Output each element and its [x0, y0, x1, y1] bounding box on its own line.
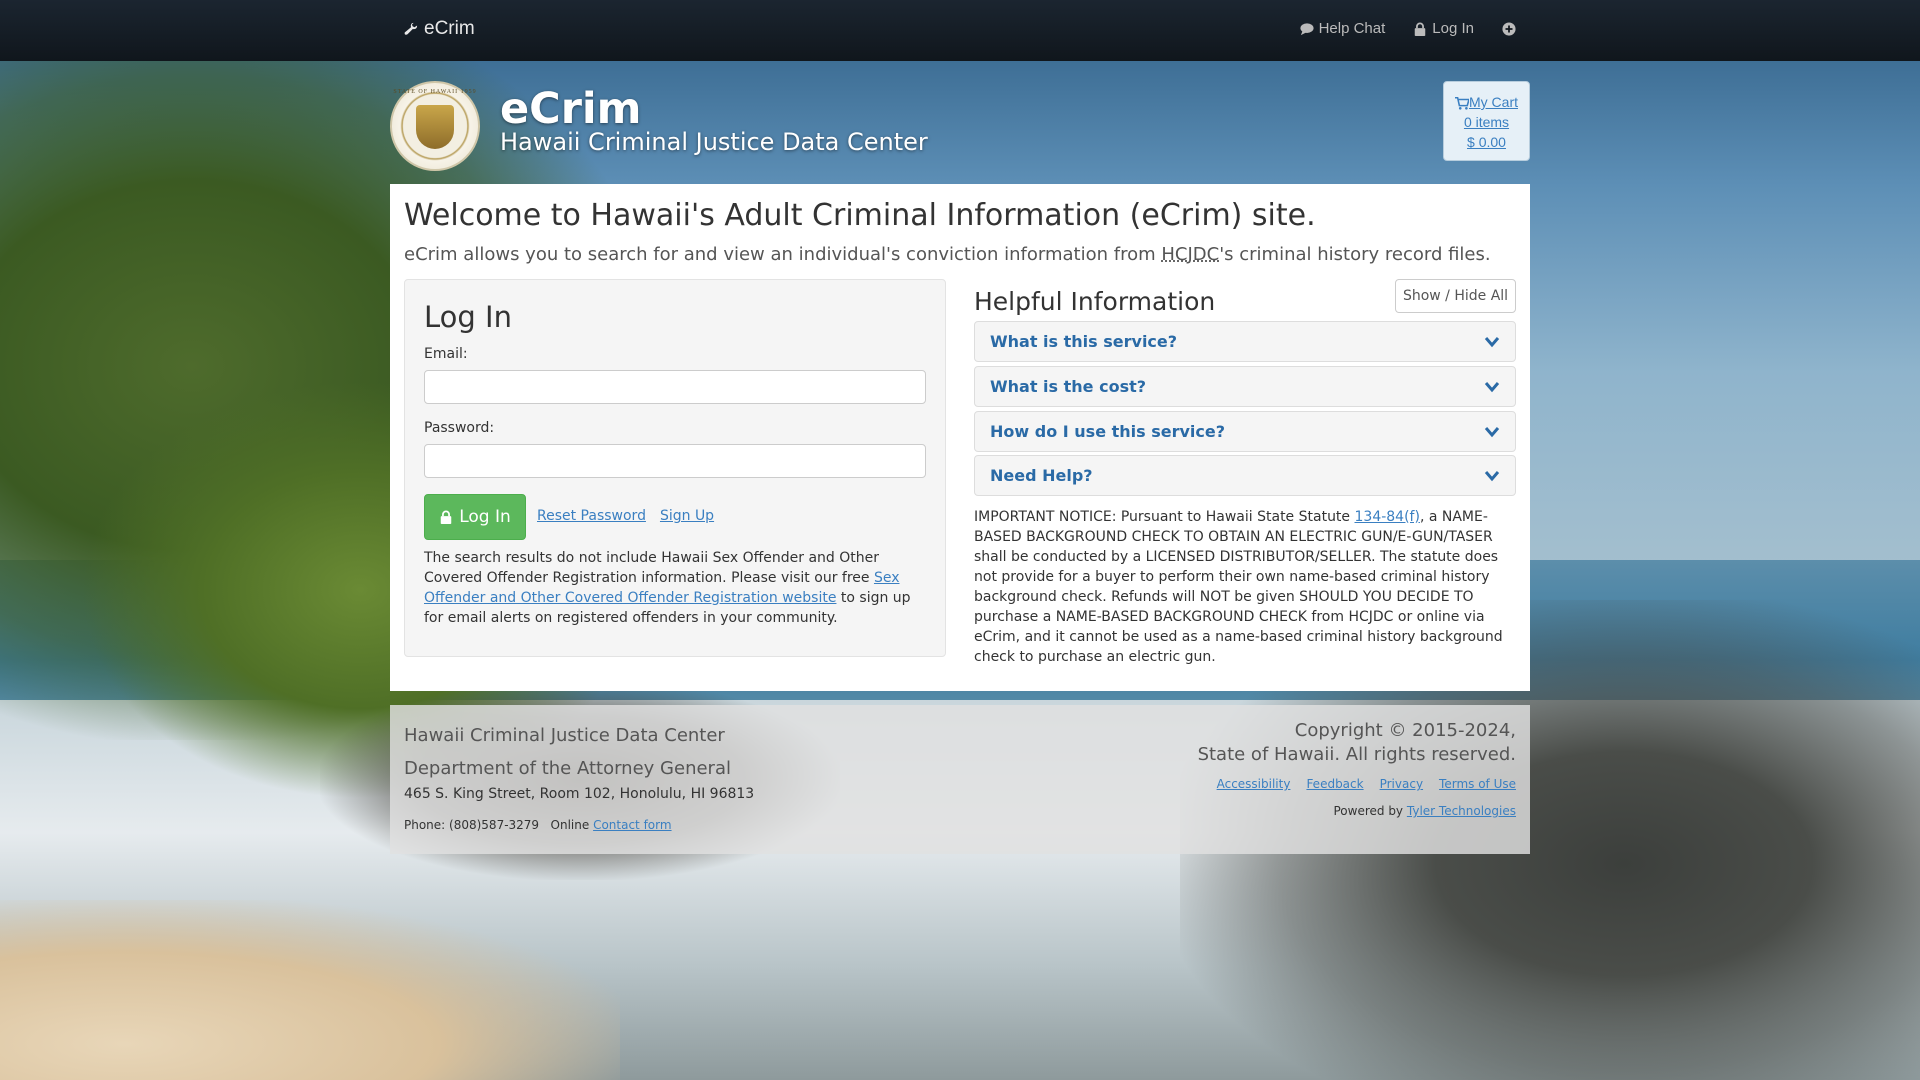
- chevron-down-icon: [1484, 337, 1500, 348]
- powered-by-label: Powered by: [1333, 804, 1404, 818]
- sex-offender-note: The search results do not include Hawaii…: [424, 548, 932, 628]
- privacy-link[interactable]: Privacy: [1380, 777, 1423, 791]
- chevron-down-icon: [1484, 427, 1500, 438]
- lead-text-before: eCrim allows you to search for and view …: [404, 244, 1162, 265]
- login-panel: Log In Email: Password: Log In Reset Pas…: [404, 279, 946, 657]
- accordion-what-is-cost[interactable]: What is the cost?: [974, 366, 1516, 407]
- chevron-down-icon: [1484, 471, 1500, 482]
- important-notice: IMPORTANT NOTICE: Pursuant to Hawaii Sta…: [974, 507, 1514, 667]
- chevron-down-icon: [1484, 382, 1500, 393]
- contact-form-link[interactable]: Contact form: [593, 818, 671, 832]
- seal-shield: [416, 105, 454, 149]
- notice-text-after: , a NAME-BASED BACKGROUND CHECK TO OBTAI…: [974, 509, 1503, 665]
- login-button[interactable]: Log In: [424, 494, 526, 540]
- accessibility-link[interactable]: Accessibility: [1217, 777, 1291, 791]
- page-title: Welcome to Hawaii's Adult Criminal Infor…: [404, 198, 1316, 233]
- accordion-need-help[interactable]: Need Help?: [974, 455, 1516, 496]
- page-lead: eCrim allows you to search for and view …: [404, 244, 1491, 265]
- footer-links: Accessibility Feedback Privacy Terms of …: [1217, 777, 1516, 791]
- navbar-login-label: Log In: [1432, 20, 1474, 37]
- footer-organization: Hawaii Criminal Justice Data Center Depa…: [404, 719, 731, 785]
- help-chat-label: Help Chat: [1318, 20, 1386, 37]
- email-label: Email:: [424, 346, 468, 362]
- my-cart-link[interactable]: My Cart: [1444, 92, 1529, 112]
- footer-phone: Phone: (808)587-3279: [404, 818, 540, 832]
- copyright-line1: Copyright © 2015-2024,: [1294, 720, 1516, 741]
- password-field[interactable]: [424, 444, 926, 478]
- help-chat-link[interactable]: Help Chat: [1300, 20, 1386, 37]
- footer-online-label: Online: [550, 818, 590, 832]
- cart-items-link[interactable]: 0 items: [1444, 112, 1529, 132]
- note-text-before: The search results do not include Hawaii…: [424, 550, 879, 586]
- footer-copyright: Copyright © 2015-2024, State of Hawaii. …: [1198, 719, 1516, 767]
- site-title: eCrim: [500, 84, 642, 134]
- login-button-label: Log In: [459, 507, 511, 527]
- email-field[interactable]: [424, 370, 926, 404]
- hcjdc-abbr: HCJDC: [1161, 244, 1220, 265]
- navbar-login-link[interactable]: Log In: [1413, 20, 1474, 37]
- reset-password-link[interactable]: Reset Password: [537, 508, 646, 524]
- navbar-brand-label: eCrim: [424, 18, 475, 39]
- password-label: Password:: [424, 420, 495, 436]
- cart-icon: [1455, 97, 1469, 110]
- feedback-link[interactable]: Feedback: [1306, 777, 1363, 791]
- accordion-title: What is the cost?: [990, 377, 1147, 396]
- seal-ring-text: STATE OF HAWAII 1959: [393, 89, 477, 95]
- footer-address: 465 S. King Street, Room 102, Honolulu, …: [404, 786, 755, 802]
- plus-circle-icon: [1502, 21, 1516, 36]
- my-cart-label: My Cart: [1469, 94, 1518, 110]
- navbar-menu: Help Chat Log In: [1300, 20, 1516, 37]
- accordion-what-is-service[interactable]: What is this service?: [974, 321, 1516, 362]
- footer-contact: Phone: (808)587-3279 Online Contact form: [404, 818, 672, 832]
- statute-link[interactable]: 134-84(f): [1355, 509, 1420, 525]
- tyler-technologies-link[interactable]: Tyler Technologies: [1407, 804, 1516, 818]
- site-subtitle: Hawaii Criminal Justice Data Center: [500, 128, 928, 156]
- terms-of-use-link[interactable]: Terms of Use: [1439, 777, 1516, 791]
- accordion-title: What is this service?: [990, 332, 1178, 351]
- notice-text-before: IMPORTANT NOTICE: Pursuant to Hawaii Sta…: [974, 509, 1355, 525]
- helpful-heading: Helpful Information: [974, 287, 1216, 316]
- main-panel: Welcome to Hawaii's Adult Criminal Infor…: [390, 184, 1530, 691]
- accordion-title: Need Help?: [990, 466, 1093, 485]
- lead-text-after: 's criminal history record files.: [1219, 244, 1491, 265]
- lock-icon: [440, 510, 452, 524]
- sign-up-link[interactable]: Sign Up: [660, 508, 714, 524]
- cart-total-link[interactable]: $ 0.00: [1444, 132, 1529, 152]
- top-navbar: eCrim Help Chat Log In: [0, 0, 1920, 61]
- navbar-plus-button[interactable]: [1502, 20, 1516, 37]
- wrench-icon: [404, 22, 418, 35]
- lock-icon: [1415, 22, 1426, 36]
- cart-box: My Cart 0 items $ 0.00: [1443, 81, 1530, 161]
- accordion-how-to-use[interactable]: How do I use this service?: [974, 411, 1516, 452]
- page-footer: Hawaii Criminal Justice Data Center Depa…: [390, 705, 1530, 854]
- background-sand: [0, 900, 620, 1080]
- login-heading: Log In: [424, 300, 512, 334]
- copyright-line2: State of Hawaii. All rights reserved.: [1197, 744, 1516, 765]
- footer-org-line1: Hawaii Criminal Justice Data Center: [404, 725, 725, 746]
- comment-icon: [1300, 22, 1314, 35]
- powered-by: Powered by Tyler Technologies: [1333, 804, 1516, 818]
- login-links: Reset Password Sign Up: [537, 508, 714, 524]
- footer-org-line2: Department of the Attorney General: [404, 758, 731, 779]
- accordion-title: How do I use this service?: [990, 422, 1226, 441]
- state-seal-logo: STATE OF HAWAII 1959: [390, 81, 480, 171]
- navbar-brand[interactable]: eCrim: [404, 18, 475, 40]
- show-hide-all-button[interactable]: Show / Hide All: [1395, 279, 1516, 313]
